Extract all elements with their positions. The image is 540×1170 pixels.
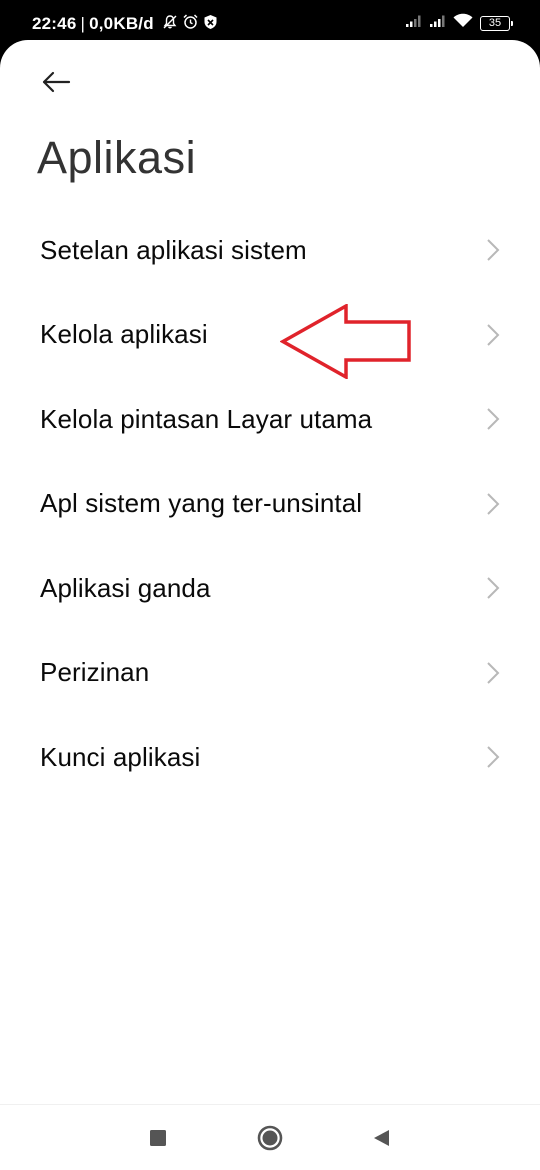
menu-item-perizinan[interactable]: Perizinan	[0, 631, 540, 716]
menu-item-label: Kunci aplikasi	[40, 741, 201, 772]
content-sheet: Aplikasi Setelan aplikasi sistem Kelola …	[0, 40, 540, 1170]
chevron-right-icon	[487, 746, 500, 768]
chevron-right-icon	[487, 577, 500, 599]
home-circle-icon	[257, 1125, 283, 1151]
status-net-speed: 0,0KB/d	[89, 14, 154, 33]
menu-item-label: Aplikasi ganda	[40, 572, 211, 603]
status-time: 22:46	[32, 14, 77, 33]
battery-level: 35	[488, 16, 502, 29]
chevron-right-icon	[487, 239, 500, 261]
alarm-icon	[182, 13, 199, 35]
menu-item-label: Apl sistem yang ter-unsintal	[40, 488, 363, 519]
battery-icon: 35	[480, 15, 513, 31]
back-triangle-icon	[374, 1130, 389, 1146]
menu-item-aplikasi-ganda[interactable]: Aplikasi ganda	[0, 546, 540, 631]
recents-square-icon	[150, 1130, 166, 1146]
screen: 22:46 | 0,0KB/d 35 Aplikasi Setelan apli…	[0, 0, 540, 1170]
chevron-right-icon	[487, 408, 500, 430]
status-notification-icons	[158, 13, 218, 35]
menu-item-label: Kelola aplikasi	[40, 319, 208, 350]
wifi-icon	[453, 13, 473, 33]
back-nav-button[interactable]	[366, 1123, 396, 1153]
chevron-right-icon	[487, 662, 500, 684]
signal-icon	[405, 14, 423, 33]
chevron-right-icon	[487, 324, 500, 346]
menu-item-kelola-aplikasi[interactable]: Kelola aplikasi	[0, 293, 540, 378]
menu-item-apl-sistem-uninstalled[interactable]: Apl sistem yang ter-unsintal	[0, 462, 540, 547]
status-separator: |	[80, 14, 86, 33]
arrow-left-icon	[42, 71, 71, 93]
menu-item-label: Kelola pintasan Layar utama	[40, 403, 373, 434]
back-button[interactable]	[36, 62, 76, 102]
menu-item-kelola-pintasan[interactable]: Kelola pintasan Layar utama	[0, 377, 540, 462]
status-bar: 22:46 | 0,0KB/d 35	[0, 0, 540, 44]
menu-item-kunci-aplikasi[interactable]: Kunci aplikasi	[0, 715, 540, 800]
navigation-bar	[0, 1104, 540, 1170]
menu-item-label: Setelan aplikasi sistem	[40, 234, 307, 265]
menu-item-label: Perizinan	[40, 657, 150, 688]
page-title: Aplikasi	[37, 132, 197, 183]
signal-icon	[429, 14, 447, 33]
chevron-right-icon	[487, 493, 500, 515]
status-right: 35	[399, 13, 513, 33]
recents-button[interactable]	[143, 1123, 173, 1153]
red-arrow-annotation-icon	[280, 304, 411, 379]
settings-menu-list: Setelan aplikasi sistem Kelola aplikasi …	[0, 208, 540, 800]
menu-item-setelan-aplikasi-sistem[interactable]: Setelan aplikasi sistem	[0, 208, 540, 293]
status-left: 22:46 | 0,0KB/d	[32, 13, 218, 35]
shield-icon	[203, 14, 218, 35]
home-button[interactable]	[255, 1123, 285, 1153]
notifications-off-icon	[162, 14, 178, 35]
